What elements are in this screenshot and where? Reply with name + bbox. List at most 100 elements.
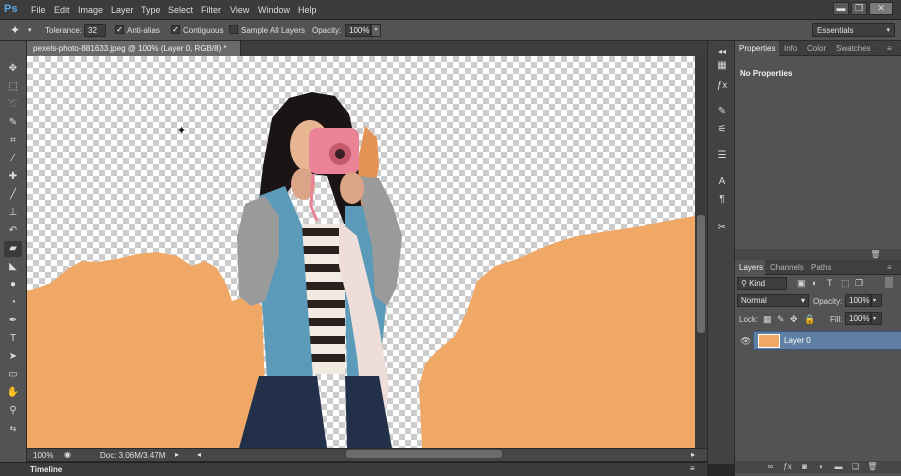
layer-opacity-input[interactable]: 100% (845, 294, 871, 307)
tab-layers[interactable]: Layers (739, 263, 763, 272)
trash-icon[interactable]: 🗑 (870, 250, 881, 260)
brush-presets-icon[interactable]: ✎ (714, 105, 730, 119)
panel-menu-icon[interactable]: ≡ (887, 44, 892, 53)
scroll-right-icon[interactable]: ▸ (691, 450, 695, 459)
menu-layer[interactable]: Layer (111, 5, 134, 15)
menu-image[interactable]: Image (78, 5, 103, 15)
type-tool-icon[interactable]: T (4, 331, 22, 347)
contiguous-checkbox[interactable]: ✓ (171, 25, 180, 34)
menu-filter[interactable]: Filter (201, 5, 221, 15)
filter-type-icon[interactable]: T (827, 278, 833, 288)
character-icon[interactable]: A (714, 175, 730, 189)
paragraph-styles-icon[interactable]: ☰ (714, 149, 730, 163)
status-info-icon[interactable]: ◉ (64, 450, 71, 459)
tab-swatches[interactable]: Swatches (836, 44, 871, 53)
blur-tool-icon[interactable]: ● (4, 277, 22, 293)
menu-select[interactable]: Select (168, 5, 193, 15)
layers-panel-menu-icon[interactable]: ≡ (887, 263, 892, 272)
fill-input[interactable]: 100% (845, 312, 871, 325)
document-tab[interactable]: pexels-photo-881633.jpeg @ 100% (Layer 0… (27, 41, 241, 62)
filter-adjustment-icon[interactable]: ◐ (812, 278, 817, 288)
close-button[interactable]: ✕ (869, 2, 893, 15)
search-icon: ⚲ (741, 279, 750, 288)
collapse-panels-icon[interactable]: ◂◂ (714, 45, 730, 59)
menu-help[interactable]: Help (298, 5, 317, 15)
crop-tool-icon[interactable]: ⌗ (4, 133, 22, 149)
spot-healing-tool-icon[interactable]: ✚ (4, 169, 22, 185)
lock-all-icon[interactable]: 🔒 (804, 314, 815, 325)
eyedropper-tool-icon[interactable]: ⁄ (4, 151, 22, 167)
menu-window[interactable]: Window (258, 5, 290, 15)
eye-icon[interactable]: 👁 (740, 336, 751, 347)
zoom-level[interactable]: 100% (33, 451, 53, 460)
path-selection-tool-icon[interactable]: ➤ (4, 349, 22, 365)
lock-image-icon[interactable]: ✎ (777, 314, 785, 325)
filter-smart-object-icon[interactable]: ❐ (855, 278, 863, 289)
status-menu-arrow-icon[interactable]: ▸ (175, 450, 179, 459)
workspace-switcher[interactable]: Essentials ▾ (812, 23, 895, 37)
pen-tool-icon[interactable]: ✒ (4, 313, 22, 329)
marquee-tool-icon[interactable]: ⬚ (4, 79, 22, 95)
history-panel-icon[interactable]: ▦ (714, 59, 730, 73)
layer-opacity-label: Opacity: (813, 297, 843, 306)
menu-type[interactable]: Type (141, 5, 161, 15)
filter-toggle[interactable] (885, 277, 893, 288)
tab-color[interactable]: Color (807, 44, 826, 53)
paragraph-icon[interactable]: ¶ (714, 193, 730, 207)
horizontal-scrollbar-thumb[interactable] (346, 450, 502, 458)
swap-colors-icon[interactable]: ⇆ (4, 421, 22, 437)
zoom-tool-icon[interactable]: ⚲ (4, 403, 22, 419)
layer-opacity-dropdown-icon[interactable]: ▾ (871, 294, 882, 307)
fill-dropdown-icon[interactable]: ▾ (871, 312, 882, 325)
link-layers-icon[interactable]: ∞ (765, 462, 776, 472)
paint-bucket-tool-icon[interactable]: ◣ (4, 259, 22, 275)
tolerance-input[interactable]: 32 (84, 24, 106, 37)
anti-alias-checkbox[interactable]: ✓ (115, 25, 124, 34)
history-brush-tool-icon[interactable]: ↶ (4, 223, 22, 239)
tab-info[interactable]: Info (784, 44, 797, 53)
layer-style-icon[interactable]: ƒx (782, 462, 793, 472)
filter-kind-dropdown[interactable]: ⚲ Kind (737, 277, 787, 290)
tool-preset-dropdown-icon[interactable]: ▾ (28, 26, 32, 34)
move-tool-icon[interactable]: ✥ (4, 61, 22, 77)
menu-file[interactable]: File (31, 5, 46, 15)
opacity-dropdown-icon[interactable]: ▾ (371, 24, 381, 37)
filter-pixel-icon[interactable]: ▣ (797, 278, 806, 289)
adjustments-icon[interactable]: ⚟ (714, 123, 730, 137)
adjustment-layer-icon[interactable]: ◐ (816, 462, 827, 472)
timeline-menu-icon[interactable]: ≡ (690, 464, 695, 473)
eraser-tool-icon[interactable]: ▰ (4, 241, 22, 257)
lasso-tool-icon[interactable]: ➰ (4, 97, 22, 113)
restore-button[interactable]: ❐ (851, 2, 867, 15)
lock-transparent-icon[interactable]: ▦ (763, 314, 772, 325)
blend-mode-dropdown[interactable]: Normal ▾ (737, 294, 809, 307)
tab-channels[interactable]: Channels (770, 263, 804, 272)
add-mask-icon[interactable]: ◙ (799, 462, 810, 472)
filter-shape-icon[interactable]: ⬚ (841, 278, 850, 289)
actions-panel-icon[interactable]: ƒx (714, 79, 730, 93)
menu-view[interactable]: View (230, 5, 249, 15)
sample-all-layers-checkbox[interactable] (229, 25, 238, 34)
layer-row[interactable]: Layer 0 (753, 331, 901, 350)
magic-wand-icon[interactable]: ✦ (10, 23, 20, 37)
dodge-tool-icon[interactable]: ◔ (4, 295, 22, 311)
timeline-label[interactable]: Timeline (30, 465, 62, 474)
canvas[interactable]: ✦ (27, 56, 695, 448)
menu-edit[interactable]: Edit (54, 5, 70, 15)
tool-presets-icon[interactable]: ✂ (714, 221, 730, 235)
new-layer-icon[interactable]: ❑ (850, 462, 861, 472)
delete-layer-icon[interactable]: 🗑 (867, 462, 878, 472)
minimize-button[interactable]: ▬ (833, 2, 849, 15)
new-group-icon[interactable]: ▬ (833, 462, 844, 472)
shape-tool-icon[interactable]: ▭ (4, 367, 22, 383)
hand-tool-icon[interactable]: ✋ (4, 385, 22, 401)
scroll-left-icon[interactable]: ◂ (197, 450, 201, 459)
lock-position-icon[interactable]: ✥ (790, 314, 798, 325)
quick-selection-tool-icon[interactable]: ✎ (4, 115, 22, 131)
tab-properties[interactable]: Properties (739, 44, 775, 53)
vertical-scrollbar-thumb[interactable] (697, 215, 705, 333)
clone-stamp-tool-icon[interactable]: ⊥ (4, 205, 22, 221)
opacity-input[interactable]: 100% (345, 24, 371, 37)
brush-tool-icon[interactable]: ╱ (4, 187, 22, 203)
tab-paths[interactable]: Paths (811, 263, 831, 272)
